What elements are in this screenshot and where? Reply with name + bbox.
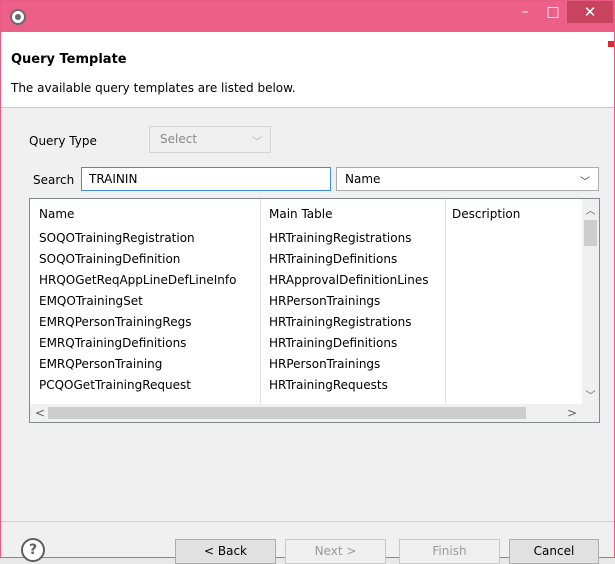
minimize-button[interactable]: – (511, 1, 539, 23)
chevron-down-icon: ﹀ (580, 177, 590, 188)
horizontal-scrollbar[interactable]: < > (30, 404, 582, 422)
title-bar[interactable]: – □ ✕ (1, 1, 614, 32)
scroll-corner (582, 404, 599, 422)
query-type-select[interactable]: Select ﹀ (149, 126, 271, 153)
page-title: Query Template (11, 52, 127, 67)
table-row[interactable]: EMRQTrainingDefinitions HRTrainingDefini… (30, 333, 582, 354)
cell-main-table: HRPersonTrainings (269, 294, 381, 308)
cell-name: EMRQPersonTraining (39, 357, 163, 371)
horizontal-scroll-thumb[interactable] (48, 407, 526, 419)
cell-main-table: HRTrainingRegistrations (269, 231, 412, 245)
template-table: Name Main Table Description SOQOTraining… (29, 198, 600, 423)
cell-main-table: HRTrainingDefinitions (269, 336, 398, 350)
table-row[interactable]: SOQOTrainingRegistration HRTrainingRegis… (30, 228, 582, 249)
column-header-name[interactable]: Name (39, 207, 74, 221)
error-marker (608, 41, 614, 47)
wizard-header: Query Template The available query templ… (1, 32, 614, 108)
query-template-window: – □ ✕ Query Template The available query… (0, 0, 615, 564)
vertical-scrollbar[interactable]: ︿ ﹀ (582, 199, 599, 404)
table-row[interactable]: EMRQPersonTraining HRPersonTrainings (30, 354, 582, 375)
search-label: Search (33, 173, 75, 187)
vertical-scroll-thumb[interactable] (584, 220, 597, 246)
cell-main-table: HRApprovalDefinitionLines (269, 273, 429, 287)
scroll-left-icon[interactable]: < (35, 406, 45, 420)
cell-name: EMRQTrainingDefinitions (39, 336, 187, 350)
eclipse-gear-icon (10, 9, 26, 25)
next-button[interactable]: Next > (285, 539, 386, 564)
page-description: The available query templates are listed… (11, 81, 296, 95)
search-field-value: Name (345, 172, 381, 186)
table-row[interactable]: SOQOTrainingDefinition HRTrainingDefinit… (30, 249, 582, 270)
cell-name: PCQOGetTrainingRequest (39, 378, 191, 392)
column-header-main-table[interactable]: Main Table (269, 207, 333, 221)
scroll-up-icon[interactable]: ︿ (582, 202, 599, 217)
cell-name: HRQOGetReqAppLineDefLineInfo (39, 273, 237, 287)
query-type-label: Query Type (29, 134, 97, 148)
cell-main-table: HRTrainingRequests (269, 378, 388, 392)
cell-name: EMRQPersonTrainingRegs (39, 315, 192, 329)
cell-name: SOQOTrainingRegistration (39, 231, 195, 245)
search-input[interactable]: TRAININ (81, 167, 331, 191)
cell-main-table: HRPersonTrainings (269, 357, 381, 371)
finish-button[interactable]: Finish (399, 539, 500, 564)
table-row[interactable]: PCQOGetTrainingRequest HRTrainingRequest… (30, 375, 582, 396)
back-button[interactable]: < Back (175, 539, 276, 564)
column-header-description[interactable]: Description (452, 207, 520, 221)
table-row[interactable]: EMQOTrainingSet HRPersonTrainings (30, 291, 582, 312)
scroll-down-icon[interactable]: ﹀ (582, 387, 599, 402)
cell-name: SOQOTrainingDefinition (39, 252, 181, 266)
cell-name: EMQOTrainingSet (39, 294, 143, 308)
close-button[interactable]: ✕ (567, 1, 613, 23)
scroll-right-icon[interactable]: > (567, 406, 577, 420)
table-row[interactable]: EMRQPersonTrainingRegs HRTrainingRegistr… (30, 312, 582, 333)
cell-main-table: HRTrainingDefinitions (269, 252, 398, 266)
help-icon[interactable]: ? (21, 538, 45, 562)
table-row[interactable]: HRQOGetReqAppLineDefLineInfo HRApprovalD… (30, 270, 582, 291)
maximize-button[interactable]: □ (539, 1, 567, 23)
cell-main-table: HRTrainingRegistrations (269, 315, 412, 329)
search-field-select[interactable]: Name ﹀ (336, 167, 599, 191)
chevron-down-icon: ﹀ (252, 137, 262, 148)
query-type-value: Select (160, 132, 198, 146)
cancel-button[interactable]: Cancel (509, 539, 599, 564)
